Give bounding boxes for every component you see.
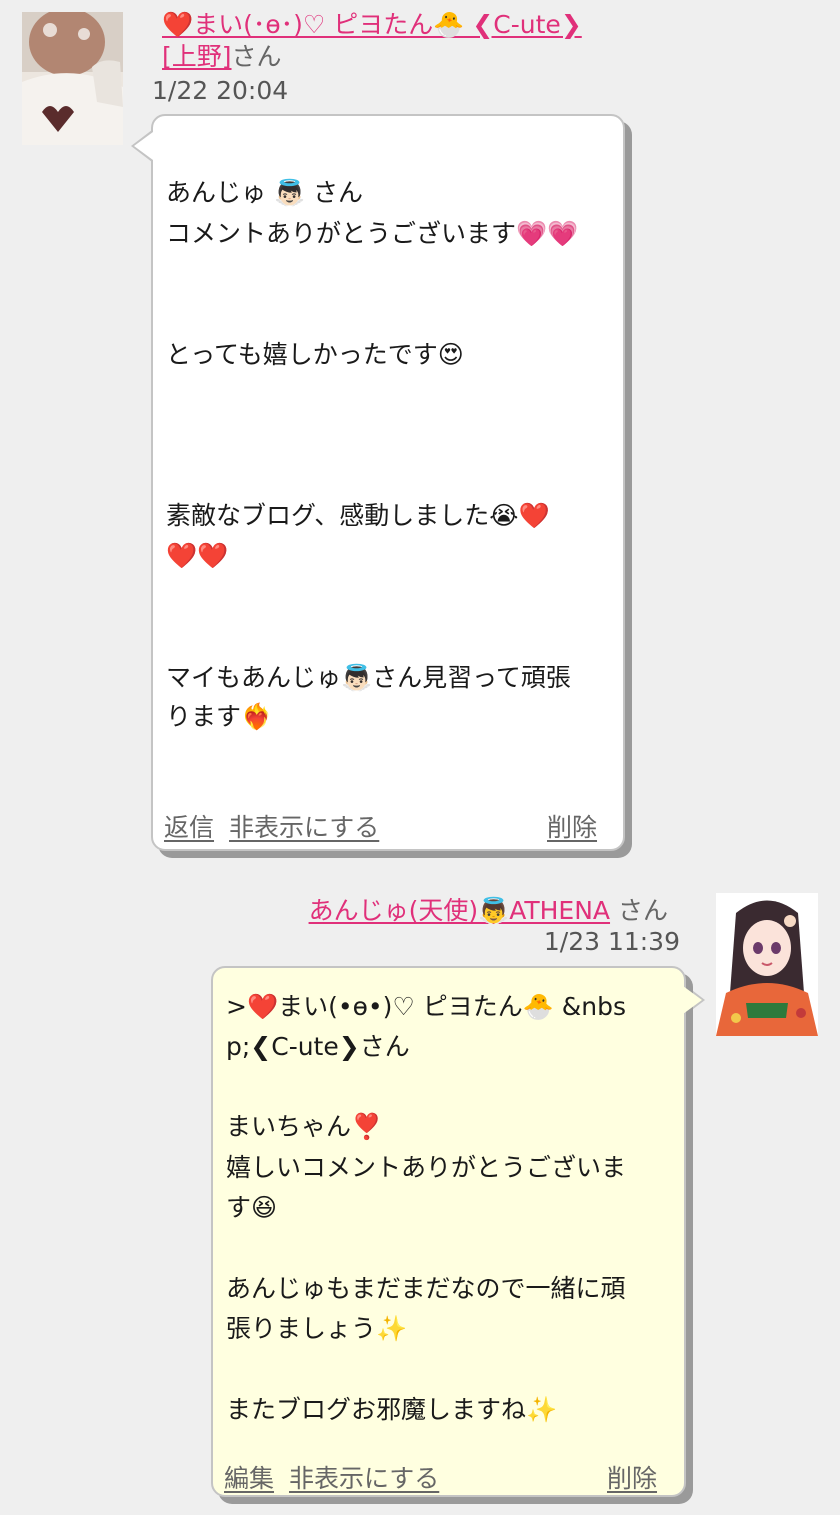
comment-text-line: 嬉しいコメントありがとうございま (226, 1153, 627, 1182)
comment-text-line: >❤️まい(•ө•)♡ ピヨたん🐣 &nbs (226, 992, 627, 1021)
avatar[interactable] (716, 893, 818, 1036)
author-honorific: さん (231, 42, 282, 71)
hide-link[interactable]: 非表示にする (229, 808, 379, 844)
delete-link[interactable]: 削除 (547, 808, 597, 844)
comment-text-line: す😆 (226, 1193, 278, 1222)
comment-author-name[interactable]: あんじゅ(天使)👼ATHENA (309, 896, 610, 925)
bubble-tail-fill (134, 132, 153, 160)
comment-text-line: あんじゅもまだまだなので一緒に頑 (226, 1274, 626, 1303)
comment-author-name[interactable]: ❤️まい(･ө･)♡ ピヨたん🐣 ❮C-ute❯ (162, 10, 582, 39)
comment-text-line: とっても嬉しかったです😍 (166, 340, 464, 369)
comment-text-line: 素敵なブログ、感動しました😭❤️ (166, 501, 550, 530)
comment-timestamp: 1/22 20:04 (152, 76, 289, 105)
comment-timestamp: 1/23 11:39 (543, 927, 680, 956)
avatar[interactable] (22, 12, 123, 145)
edit-link[interactable]: 編集 (224, 1459, 274, 1495)
comment-text-line: あんじゅ 👼🏻 さん (166, 178, 364, 207)
comment-text-line: まいちゃん❣️ (226, 1112, 383, 1141)
comment-text-line: ります❤️‍🔥 (166, 702, 273, 731)
comment-text-line: 張りましょう✨ (226, 1314, 408, 1343)
delete-link[interactable]: 削除 (607, 1459, 657, 1495)
comment-author-location[interactable]: [上野] (162, 42, 232, 71)
author-honorific: さん (617, 896, 668, 925)
reply-link[interactable]: 返信 (164, 808, 214, 844)
comment-text-line: p;❮C-ute❯さん (226, 1032, 410, 1061)
comment-text-line: またブログお邪魔しますね✨ (226, 1395, 558, 1424)
bubble-tail-fill (683, 986, 702, 1014)
comment-text-line: ❤️❤️ (166, 541, 229, 570)
comment-text-line: マイもあんじゅ👼🏻さん見習って頑張 (166, 663, 571, 692)
hide-link[interactable]: 非表示にする (289, 1459, 439, 1495)
comment-text-line: コメントありがとうございます💗💗 (166, 219, 579, 248)
